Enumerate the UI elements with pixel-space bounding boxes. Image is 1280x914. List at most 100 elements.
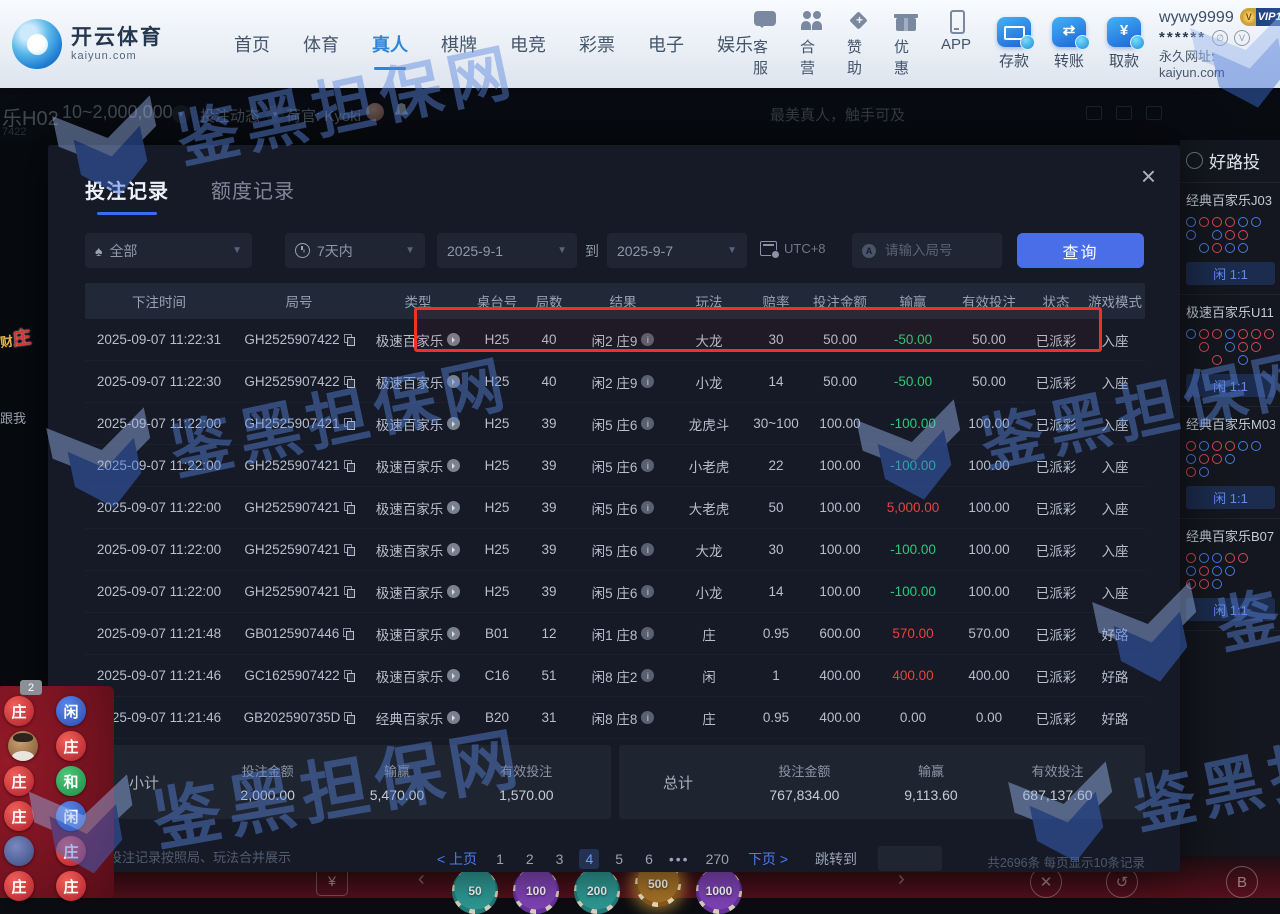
refresh-balance-icon[interactable]: V (1234, 30, 1250, 46)
cell-round-id: GH2525907422 (233, 374, 365, 389)
cell-amount: 100.00 (805, 458, 875, 473)
jump-input[interactable] (878, 846, 942, 871)
good-road-bet-button[interactable]: 闲 1:1 (1186, 262, 1275, 285)
cell-valid-bet: 400.00 (951, 668, 1027, 683)
betting-records-modal: × 投注记录 额度记录 ♠ 全部 ▼ 7天内 ▼ 2025-9-1 ▼ 到 20… (48, 145, 1180, 872)
good-road-bet-button[interactable]: 闲 1:1 (1186, 374, 1275, 397)
table-row: 2025-09-07 11:21:48GB0125907446极速百家乐B011… (85, 613, 1145, 655)
page-number[interactable]: 1 (490, 849, 510, 869)
page-next[interactable]: 下页 > (748, 849, 788, 869)
info-icon[interactable]: i (641, 501, 654, 514)
page-number[interactable]: 3 (550, 849, 570, 869)
copy-icon[interactable] (344, 376, 354, 387)
cell-amount: 100.00 (805, 500, 875, 515)
date-to-select[interactable]: 2025-9-7 ▼ (607, 233, 747, 268)
quick-item-合营[interactable]: 合营 (800, 10, 824, 78)
vip-badge[interactable]: VIP10 (1240, 8, 1280, 26)
copy-icon[interactable] (343, 628, 353, 639)
cell-amount: 100.00 (805, 416, 875, 431)
cell-play: 龙虎斗 (671, 414, 747, 434)
road-dot (1199, 454, 1209, 464)
copy-icon[interactable] (344, 460, 354, 471)
nav-item-彩票[interactable]: 彩票 (579, 31, 615, 57)
cell-winloss: -50.00 (875, 374, 951, 389)
quick-item-APP[interactable]: APP (941, 10, 971, 78)
page-number[interactable]: 2 (520, 849, 540, 869)
nav-item-首页[interactable]: 首页 (234, 31, 270, 57)
cell-valid-bet: 570.00 (951, 626, 1027, 641)
info-icon[interactable]: i (641, 459, 654, 472)
page-number[interactable]: 270 (700, 849, 735, 869)
promo-gift-icon (894, 10, 918, 32)
game-filter-select[interactable]: ♠ 全部 ▼ (85, 233, 252, 268)
query-button[interactable]: 查询 (1017, 233, 1144, 268)
wallet-item-取款[interactable]: 取款 (1107, 17, 1141, 71)
cell-valid-bet: 50.00 (951, 374, 1027, 389)
copy-icon[interactable] (344, 712, 354, 723)
info-icon[interactable]: i (641, 333, 654, 346)
cell-bet-time: 2025-09-07 11:22:00 (85, 458, 233, 473)
copy-icon[interactable] (344, 670, 354, 681)
good-road-bet-button[interactable]: 闲 1:1 (1186, 486, 1275, 509)
nav-item-棋牌[interactable]: 棋牌 (441, 31, 477, 57)
cell-play: 小龙 (671, 372, 747, 392)
tab-balance-records[interactable]: 额度记录 (211, 175, 295, 204)
info-icon[interactable]: i (641, 585, 654, 598)
copy-icon[interactable] (344, 502, 354, 513)
refresh-icon[interactable] (1186, 152, 1203, 169)
nav-item-体育[interactable]: 体育 (303, 31, 339, 57)
quick-item-优惠[interactable]: 优惠 (894, 10, 918, 78)
quick-item-客服[interactable]: 客服 (753, 10, 777, 78)
column-header: 游戏模式 (1085, 291, 1145, 311)
page-number[interactable]: 6 (639, 849, 659, 869)
page-number[interactable]: 5 (609, 849, 629, 869)
wallet-item-存款[interactable]: 存款 (997, 17, 1031, 71)
road-dot (1199, 243, 1209, 253)
masked-balance: ****** (1159, 29, 1206, 47)
wallet-item-label: 取款 (1109, 50, 1139, 71)
info-icon[interactable]: i (641, 669, 654, 682)
copy-icon[interactable] (344, 334, 354, 345)
page-number[interactable]: 4 (579, 849, 599, 869)
copy-icon[interactable] (344, 418, 354, 429)
road-dot (1264, 441, 1274, 451)
info-icon[interactable]: i (641, 417, 654, 430)
road-dot (1225, 342, 1235, 352)
page-prev[interactable]: < 上页 (437, 849, 477, 869)
info-icon[interactable]: i (641, 375, 654, 388)
cell-play: 大龙 (671, 540, 747, 560)
eye-off-icon[interactable]: ∅ (1212, 30, 1228, 46)
info-icon[interactable]: i (641, 543, 654, 556)
copy-icon[interactable] (344, 544, 354, 555)
wallet-item-转账[interactable]: 转账 (1052, 17, 1086, 71)
nav-item-电竞[interactable]: 电竞 (510, 31, 546, 57)
date-from-select[interactable]: 2025-9-1 ▼ (437, 233, 577, 268)
info-icon[interactable]: i (641, 627, 654, 640)
copy-icon[interactable] (344, 586, 354, 597)
road-dot (1264, 243, 1274, 253)
tab-betting-records[interactable]: 投注记录 (85, 175, 169, 204)
good-road-bet-button[interactable]: 闲 1:1 (1186, 598, 1275, 621)
balance-icon[interactable]: B (1226, 866, 1258, 898)
cell-valid-bet: 50.00 (951, 332, 1027, 347)
records-count: 共2696条 每页显示10条记录 (987, 852, 1145, 871)
nav-item-真人[interactable]: 真人 (372, 31, 408, 57)
road-dot (1251, 342, 1261, 352)
column-header: 状态 (1027, 291, 1085, 311)
round-search-input[interactable] (883, 242, 987, 259)
cell-round: 12 (523, 626, 575, 641)
username[interactable]: wywy9999 (1159, 8, 1234, 27)
site-logo[interactable]: 开云体育 kaiyun.com (0, 19, 212, 69)
good-road-sidebar: 好路投 经典百家乐J03闲 1:1极速百家乐U11闲 1:1经典百家乐M03闲 … (1180, 140, 1280, 898)
info-icon[interactable]: i (641, 711, 654, 724)
close-icon[interactable]: × (1141, 163, 1156, 189)
road-dot (1264, 355, 1274, 365)
cell-amount: 400.00 (805, 710, 875, 725)
quick-item-赞助[interactable]: 赞助 (847, 10, 871, 78)
nav-item-娱乐[interactable]: 娱乐 (717, 31, 753, 57)
road-dot (1225, 467, 1235, 477)
date-range-select[interactable]: 7天内 ▼ (285, 233, 425, 268)
road-dot (1238, 329, 1248, 339)
table-row: 2025-09-07 11:21:46GB202590735D经典百家乐B203… (85, 697, 1145, 739)
nav-item-电子[interactable]: 电子 (648, 31, 684, 57)
